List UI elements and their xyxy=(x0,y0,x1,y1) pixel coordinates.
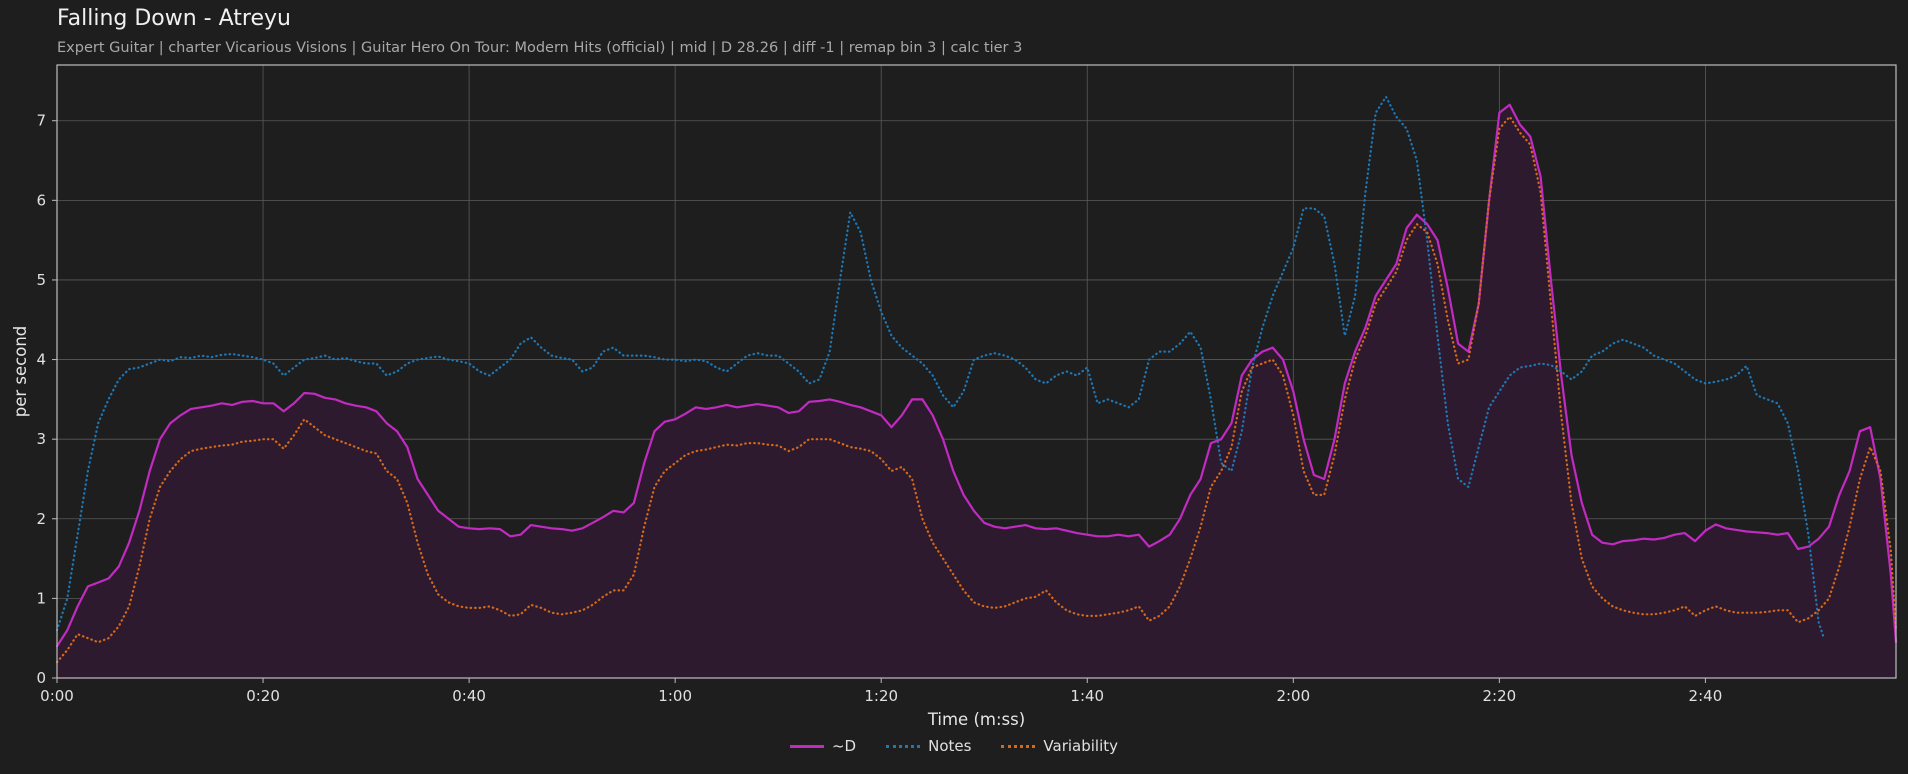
legend-item: ~D xyxy=(789,737,857,755)
y-tick-label: 0 xyxy=(36,669,46,687)
legend-item: Variability xyxy=(1001,737,1118,755)
x-tick-label: 0:20 xyxy=(246,687,280,705)
legend-label: Variability xyxy=(1043,737,1119,755)
legend-item: Notes xyxy=(886,737,971,755)
x-tick-label: 1:00 xyxy=(658,687,692,705)
x-axis-label: Time (m:ss) xyxy=(927,710,1025,729)
legend-label: Notes xyxy=(928,737,972,755)
y-tick-label: 2 xyxy=(36,510,46,528)
legend-label: ~D xyxy=(831,737,857,755)
x-tick-label: 0:40 xyxy=(452,687,486,705)
x-tick-label: 1:40 xyxy=(1070,687,1104,705)
chart-legend: ~D Notes Variability xyxy=(0,737,1908,755)
x-tick-label: 1:20 xyxy=(864,687,898,705)
x-tick-label: 2:00 xyxy=(1276,687,1310,705)
legend-swatch xyxy=(1001,744,1036,748)
y-tick-label: 4 xyxy=(36,351,46,369)
y-axis-label: per second xyxy=(11,326,30,418)
y-tick-label: 1 xyxy=(36,589,46,607)
x-tick-label: 2:40 xyxy=(1689,687,1723,705)
y-tick-label: 3 xyxy=(36,430,46,448)
legend-swatch xyxy=(789,744,824,748)
legend-swatch xyxy=(886,744,921,748)
x-tick-label: 2:20 xyxy=(1483,687,1517,705)
x-tick-label: 0:00 xyxy=(40,687,74,705)
y-tick-label: 5 xyxy=(36,271,46,289)
y-tick-label: 6 xyxy=(36,191,46,209)
y-tick-label: 7 xyxy=(36,112,46,130)
chart-svg: 0:00 0:20 0:40 1:00 1:20 1:40 2:00 2:20 2:40 0 1 2 3… xyxy=(11,64,1898,729)
